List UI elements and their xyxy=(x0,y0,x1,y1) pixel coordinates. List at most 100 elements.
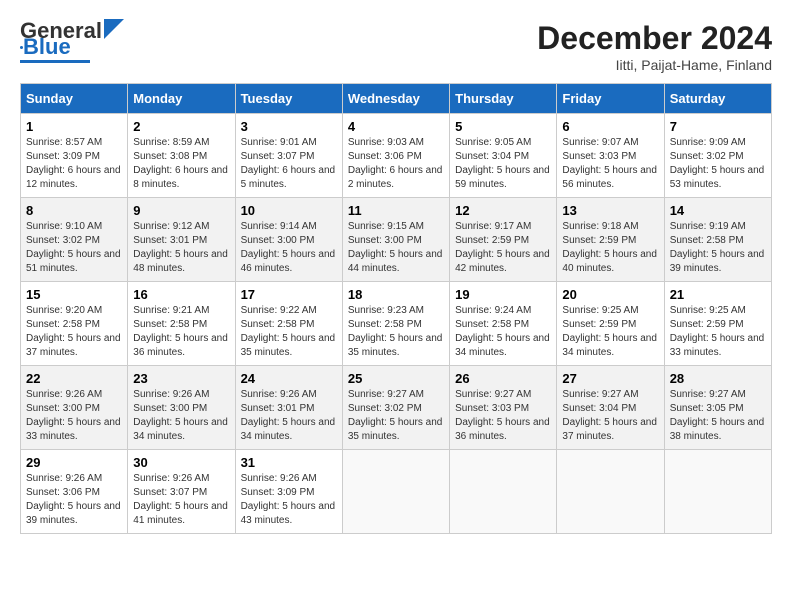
week-row-3: 15 Sunrise: 9:20 AMSunset: 2:58 PMDayligh… xyxy=(21,282,772,366)
day-info: Sunrise: 9:09 AMSunset: 3:02 PMDaylight:… xyxy=(670,136,766,192)
day-info: Sunrise: 9:26 AMSunset: 3:06 PMDaylight:… xyxy=(26,472,122,528)
calendar-cell: 24 Sunrise: 9:26 AMSunset: 3:01 PMDayligh… xyxy=(235,366,342,450)
day-info: Sunrise: 9:14 AMSunset: 3:00 PMDaylight:… xyxy=(241,220,337,276)
day-number: 22 xyxy=(26,371,122,386)
header-row: SundayMondayTuesdayWednesdayThursdayFrid… xyxy=(21,84,772,114)
page-title: December 2024 xyxy=(537,20,772,57)
day-number: 1 xyxy=(26,119,122,134)
day-number: 4 xyxy=(348,119,444,134)
calendar-cell: 20 Sunrise: 9:25 AMSunset: 2:59 PMDayligh… xyxy=(557,282,664,366)
header-tuesday: Tuesday xyxy=(235,84,342,114)
calendar-cell: 27 Sunrise: 9:27 AMSunset: 3:04 PMDayligh… xyxy=(557,366,664,450)
calendar-cell: 7 Sunrise: 9:09 AMSunset: 3:02 PMDaylight… xyxy=(664,114,771,198)
day-number: 6 xyxy=(562,119,658,134)
day-info: Sunrise: 9:15 AMSunset: 3:00 PMDaylight:… xyxy=(348,220,444,276)
calendar-cell: 29 Sunrise: 9:26 AMSunset: 3:06 PMDayligh… xyxy=(21,450,128,534)
day-info: Sunrise: 9:27 AMSunset: 3:04 PMDaylight:… xyxy=(562,388,658,444)
day-number: 8 xyxy=(26,203,122,218)
calendar-cell xyxy=(450,450,557,534)
calendar-cell: 18 Sunrise: 9:23 AMSunset: 2:58 PMDayligh… xyxy=(342,282,449,366)
calendar-cell: 17 Sunrise: 9:22 AMSunset: 2:58 PMDayligh… xyxy=(235,282,342,366)
day-info: Sunrise: 9:10 AMSunset: 3:02 PMDaylight:… xyxy=(26,220,122,276)
logo-underline xyxy=(20,60,90,63)
day-info: Sunrise: 9:26 AMSunset: 3:07 PMDaylight:… xyxy=(133,472,229,528)
calendar-cell: 14 Sunrise: 9:19 AMSunset: 2:58 PMDayligh… xyxy=(664,198,771,282)
calendar-cell: 2 Sunrise: 8:59 AMSunset: 3:08 PMDaylight… xyxy=(128,114,235,198)
logo-text-blue: Blue xyxy=(23,36,71,58)
day-number: 19 xyxy=(455,287,551,302)
day-number: 14 xyxy=(670,203,766,218)
calendar-cell: 31 Sunrise: 9:26 AMSunset: 3:09 PMDayligh… xyxy=(235,450,342,534)
day-info: Sunrise: 9:26 AMSunset: 3:01 PMDaylight:… xyxy=(241,388,337,444)
day-info: Sunrise: 9:25 AMSunset: 2:59 PMDaylight:… xyxy=(670,304,766,360)
calendar-cell: 22 Sunrise: 9:26 AMSunset: 3:00 PMDayligh… xyxy=(21,366,128,450)
day-number: 17 xyxy=(241,287,337,302)
day-info: Sunrise: 9:26 AMSunset: 3:00 PMDaylight:… xyxy=(133,388,229,444)
day-info: Sunrise: 9:17 AMSunset: 2:59 PMDaylight:… xyxy=(455,220,551,276)
day-number: 29 xyxy=(26,455,122,470)
calendar-cell: 5 Sunrise: 9:05 AMSunset: 3:04 PMDaylight… xyxy=(450,114,557,198)
day-number: 27 xyxy=(562,371,658,386)
day-number: 5 xyxy=(455,119,551,134)
day-number: 26 xyxy=(455,371,551,386)
header-monday: Monday xyxy=(128,84,235,114)
week-row-4: 22 Sunrise: 9:26 AMSunset: 3:00 PMDayligh… xyxy=(21,366,772,450)
header-saturday: Saturday xyxy=(664,84,771,114)
day-number: 31 xyxy=(241,455,337,470)
calendar-cell xyxy=(342,450,449,534)
day-number: 10 xyxy=(241,203,337,218)
day-info: Sunrise: 8:57 AMSunset: 3:09 PMDaylight:… xyxy=(26,136,122,192)
calendar-cell: 9Sunrise: 9:12 AMSunset: 3:01 PMDaylight… xyxy=(128,198,235,282)
day-info: Sunrise: 9:22 AMSunset: 2:58 PMDaylight:… xyxy=(241,304,337,360)
logo: General Blue xyxy=(20,20,124,63)
day-info: Sunrise: 9:12 AMSunset: 3:01 PMDaylight:… xyxy=(133,220,229,276)
day-info: Sunrise: 9:01 AMSunset: 3:07 PMDaylight:… xyxy=(241,136,337,192)
day-info: Sunrise: 9:25 AMSunset: 2:59 PMDaylight:… xyxy=(562,304,658,360)
calendar-cell: 15 Sunrise: 9:20 AMSunset: 2:58 PMDayligh… xyxy=(21,282,128,366)
calendar-table: SundayMondayTuesdayWednesdayThursdayFrid… xyxy=(20,83,772,534)
day-number: 16 xyxy=(133,287,229,302)
calendar-cell: 1 Sunrise: 8:57 AMSunset: 3:09 PMDaylight… xyxy=(21,114,128,198)
day-number: 15 xyxy=(26,287,122,302)
day-info: Sunrise: 9:27 AMSunset: 3:03 PMDaylight:… xyxy=(455,388,551,444)
week-row-2: 8 Sunrise: 9:10 AMSunset: 3:02 PMDaylight… xyxy=(21,198,772,282)
day-number: 11 xyxy=(348,203,444,218)
day-info: Sunrise: 9:07 AMSunset: 3:03 PMDaylight:… xyxy=(562,136,658,192)
day-number: 13 xyxy=(562,203,658,218)
day-number: 20 xyxy=(562,287,658,302)
day-number: 18 xyxy=(348,287,444,302)
calendar-cell: 28Sunrise: 9:27 AMSunset: 3:05 PMDayligh… xyxy=(664,366,771,450)
day-info: Sunrise: 9:27 AMSunset: 3:02 PMDaylight:… xyxy=(348,388,444,444)
calendar-cell: 21Sunrise: 9:25 AMSunset: 2:59 PMDayligh… xyxy=(664,282,771,366)
header-sunday: Sunday xyxy=(21,84,128,114)
day-info: Sunrise: 9:19 AMSunset: 2:58 PMDaylight:… xyxy=(670,220,766,276)
day-info: Sunrise: 9:26 AMSunset: 3:00 PMDaylight:… xyxy=(26,388,122,444)
day-number: 2 xyxy=(133,119,229,134)
week-row-1: 1 Sunrise: 8:57 AMSunset: 3:09 PMDaylight… xyxy=(21,114,772,198)
day-number: 30 xyxy=(133,455,229,470)
header-wednesday: Wednesday xyxy=(342,84,449,114)
day-number: 25 xyxy=(348,371,444,386)
day-info: Sunrise: 9:24 AMSunset: 2:58 PMDaylight:… xyxy=(455,304,551,360)
day-info: Sunrise: 9:26 AMSunset: 3:09 PMDaylight:… xyxy=(241,472,337,528)
logo-arrow-icon xyxy=(104,19,124,39)
day-info: Sunrise: 9:18 AMSunset: 2:59 PMDaylight:… xyxy=(562,220,658,276)
calendar-cell: 19 Sunrise: 9:24 AMSunset: 2:58 PMDayligh… xyxy=(450,282,557,366)
calendar-cell: 26 Sunrise: 9:27 AMSunset: 3:03 PMDayligh… xyxy=(450,366,557,450)
day-number: 3 xyxy=(241,119,337,134)
calendar-cell: 13 Sunrise: 9:18 AMSunset: 2:59 PMDayligh… xyxy=(557,198,664,282)
day-info: Sunrise: 9:03 AMSunset: 3:06 PMDaylight:… xyxy=(348,136,444,192)
calendar-cell xyxy=(664,450,771,534)
day-info: Sunrise: 9:20 AMSunset: 2:58 PMDaylight:… xyxy=(26,304,122,360)
day-number: 7 xyxy=(670,119,766,134)
header: General Blue December 2024 Iitti, Paijat… xyxy=(20,20,772,73)
calendar-cell: 16Sunrise: 9:21 AMSunset: 2:58 PMDayligh… xyxy=(128,282,235,366)
title-block: December 2024 Iitti, Paijat-Hame, Finlan… xyxy=(537,20,772,73)
day-info: Sunrise: 9:05 AMSunset: 3:04 PMDaylight:… xyxy=(455,136,551,192)
day-info: Sunrise: 9:23 AMSunset: 2:58 PMDaylight:… xyxy=(348,304,444,360)
week-row-5: 29 Sunrise: 9:26 AMSunset: 3:06 PMDayligh… xyxy=(21,450,772,534)
day-info: Sunrise: 8:59 AMSunset: 3:08 PMDaylight:… xyxy=(133,136,229,192)
calendar-cell xyxy=(557,450,664,534)
day-number: 24 xyxy=(241,371,337,386)
day-number: 28 xyxy=(670,371,766,386)
